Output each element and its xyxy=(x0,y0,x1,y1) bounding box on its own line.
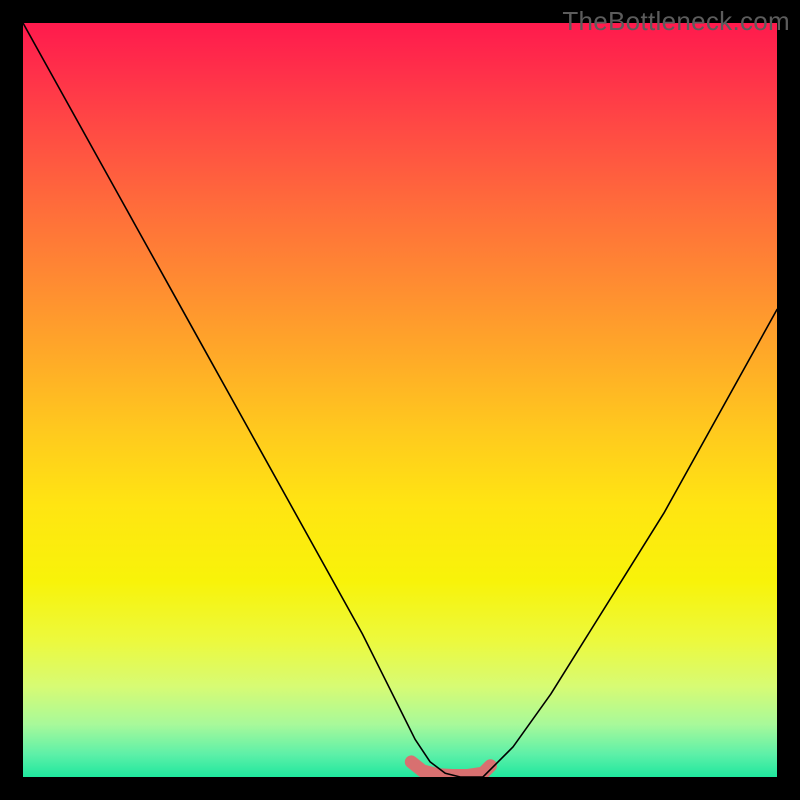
plot-area xyxy=(23,23,777,777)
watermark-text: TheBottleneck.com xyxy=(562,6,790,37)
curve-path xyxy=(23,23,777,777)
chart-svg xyxy=(23,23,777,777)
chart-stage: TheBottleneck.com xyxy=(0,0,800,800)
highlight-plateau-path xyxy=(411,762,490,776)
